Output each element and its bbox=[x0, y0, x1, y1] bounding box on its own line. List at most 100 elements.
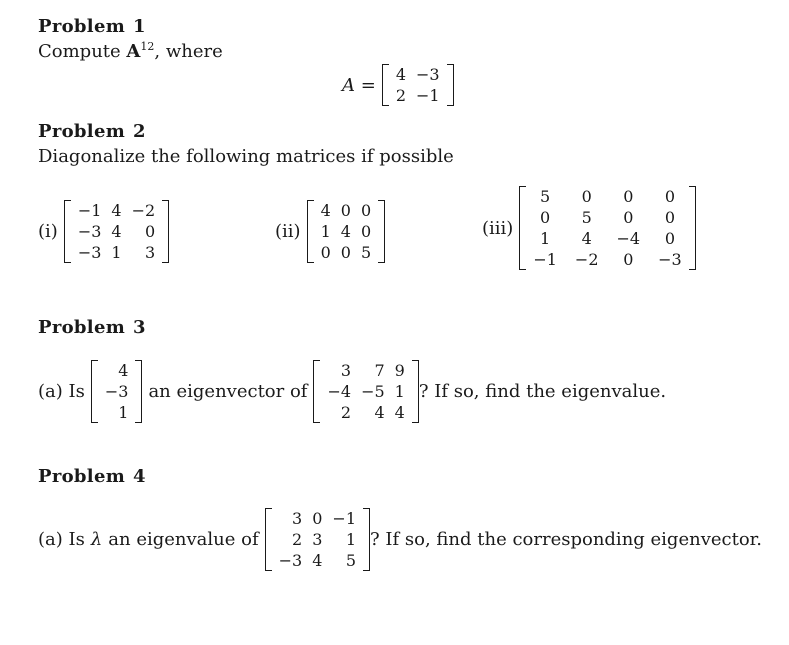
matrix-cell: −2 bbox=[574, 250, 599, 269]
exponent: 12 bbox=[140, 40, 155, 53]
matrix-cell: 4 bbox=[118, 361, 129, 380]
heading-number: 1 bbox=[133, 16, 146, 37]
matrix-cell: 0 bbox=[623, 187, 634, 206]
heading-word: Problem bbox=[38, 121, 126, 142]
matrix-cell: −4 bbox=[616, 229, 641, 248]
matrix-p3: 3 7 9 −4 −5 1 2 4 4 bbox=[313, 360, 419, 423]
right-bracket bbox=[411, 360, 419, 423]
left-bracket bbox=[63, 200, 71, 263]
matrix-cell: 5 bbox=[345, 551, 357, 570]
left-bracket bbox=[519, 186, 527, 270]
middle-text: an eigenvector of bbox=[148, 381, 308, 402]
middle-text: an eigenvalue of bbox=[108, 529, 259, 550]
right-bracket bbox=[378, 200, 386, 263]
matrix-cell: 0 bbox=[340, 201, 351, 220]
matrix-cell: −4 bbox=[327, 382, 352, 401]
part-label: (iii) bbox=[482, 217, 514, 239]
matrix-cell: 0 bbox=[360, 201, 372, 220]
right-bracket bbox=[363, 508, 371, 571]
heading-number: 4 bbox=[133, 466, 146, 487]
matrix-ii: 400140005 bbox=[306, 200, 386, 263]
part-label: (ii) bbox=[275, 221, 301, 242]
right-bracket bbox=[446, 64, 454, 106]
matrix-cell: 7 bbox=[374, 361, 385, 380]
problem-2-part-i: (i) −1 4 −2 −3 4 0 −3 1 3 bbox=[38, 200, 170, 263]
matrix-cell: 4 bbox=[374, 403, 385, 422]
prompt-prefix: Compute bbox=[38, 41, 127, 62]
matrix-cell: 2 bbox=[395, 86, 406, 105]
matrix-symbol: A bbox=[126, 41, 141, 62]
matrix-cell: 0 bbox=[340, 243, 351, 262]
matrix-cell: 1 bbox=[111, 243, 122, 262]
right-bracket bbox=[688, 186, 696, 270]
matrix-cell: −3 bbox=[278, 551, 303, 570]
left-bracket bbox=[381, 64, 389, 106]
matrix-cell: 0 bbox=[623, 208, 634, 227]
matrix-cell: 4 bbox=[340, 222, 351, 241]
matrix-cell: 1 bbox=[540, 229, 551, 248]
matrix-cell: 1 bbox=[320, 222, 331, 241]
matrix-cell: −1 bbox=[416, 86, 440, 105]
matrix-cell: 1 bbox=[118, 403, 129, 422]
problem-2-prompt: Diagonalize the following matrices if po… bbox=[38, 146, 454, 167]
matrix-cell: −1 bbox=[332, 509, 357, 528]
matrix-cell: 4 bbox=[320, 201, 331, 220]
matrix-cell: −1 bbox=[77, 201, 102, 220]
matrix-cell: −3 bbox=[416, 65, 440, 84]
matrix-label: A = bbox=[342, 74, 376, 96]
prompt-suffix: , where bbox=[154, 41, 223, 62]
matrix-i: −1 4 −2 −3 4 0 −3 1 3 bbox=[63, 200, 170, 263]
problem-2-part-ii: (ii) 400140005 bbox=[275, 200, 386, 263]
heading-word: Problem bbox=[38, 466, 126, 487]
vector: 4 −3 1 bbox=[90, 360, 143, 423]
matrix-cell: 0 bbox=[664, 187, 675, 206]
part-label: (a) Is bbox=[38, 529, 85, 550]
suffix-text: ? If so, find the corresponding eigenvec… bbox=[370, 529, 763, 550]
matrix-cell: 3 bbox=[312, 530, 323, 549]
problem-2-heading: Problem 2 bbox=[38, 121, 146, 142]
problem-4-part-a: (a) Is λ an eigenvalue of 3 0 −1 2 3 1 −3 4 5 ? … bbox=[38, 508, 762, 571]
part-label: (a) Is bbox=[38, 381, 85, 402]
matrix-cell: −2 bbox=[131, 201, 156, 220]
matrix-cell: 3 bbox=[340, 361, 352, 380]
left-bracket bbox=[90, 360, 98, 423]
problem-1-equation: A = 4 −3 2 −1 bbox=[342, 64, 454, 106]
problem-1-heading: Problem 1 bbox=[38, 16, 146, 37]
matrix-cell: 0 bbox=[623, 250, 634, 269]
matrix-p4: 3 0 −1 2 3 1 −3 4 5 bbox=[264, 508, 371, 571]
part-label: (i) bbox=[38, 221, 58, 242]
matrix-cell: 0 bbox=[664, 229, 675, 248]
matrix-iii: 5 0 0 0 0 5 0 0 1 4 −4 0 −1 −2 0 −3 bbox=[519, 186, 696, 270]
matrix-cell: 3 bbox=[145, 243, 156, 262]
matrix-cell: 0 bbox=[145, 222, 156, 241]
matrix-cell: 3 bbox=[292, 509, 303, 528]
matrix-cell: −1 bbox=[533, 250, 557, 269]
matrix-a: 4 −3 2 −1 bbox=[381, 64, 454, 106]
heading-number: 3 bbox=[133, 317, 146, 338]
matrix-cell: 4 bbox=[395, 65, 406, 84]
heading-word: Problem bbox=[38, 317, 126, 338]
suffix-text: ? If so, find the eigenvalue. bbox=[418, 381, 667, 402]
matrix-cell: 2 bbox=[340, 403, 352, 422]
matrix-cell: 4 bbox=[111, 222, 122, 241]
matrix-cell: 4 bbox=[312, 551, 323, 570]
matrix-cell: 5 bbox=[360, 243, 372, 262]
problem-3-heading: Problem 3 bbox=[38, 317, 146, 338]
matrix-cell: −5 bbox=[361, 382, 385, 401]
matrix-cell: −3 bbox=[77, 222, 102, 241]
matrix-cell: 4 bbox=[581, 229, 592, 248]
matrix-cell: 2 bbox=[292, 530, 303, 549]
matrix-cell: 1 bbox=[345, 530, 357, 549]
left-bracket bbox=[264, 508, 272, 571]
right-bracket bbox=[135, 360, 143, 423]
matrix-cell: 0 bbox=[581, 187, 592, 206]
heading-number: 2 bbox=[133, 121, 146, 142]
matrix-cell: 0 bbox=[320, 243, 331, 262]
matrix-cell: −3 bbox=[658, 250, 682, 269]
matrix-cell: −3 bbox=[77, 243, 102, 262]
heading-word: Problem bbox=[38, 16, 126, 37]
matrix-cell: 0 bbox=[540, 208, 551, 227]
matrix-cell: 4 bbox=[394, 403, 405, 422]
matrix-cell: 0 bbox=[360, 222, 372, 241]
problem-1-prompt: Compute A12, where bbox=[38, 41, 223, 62]
